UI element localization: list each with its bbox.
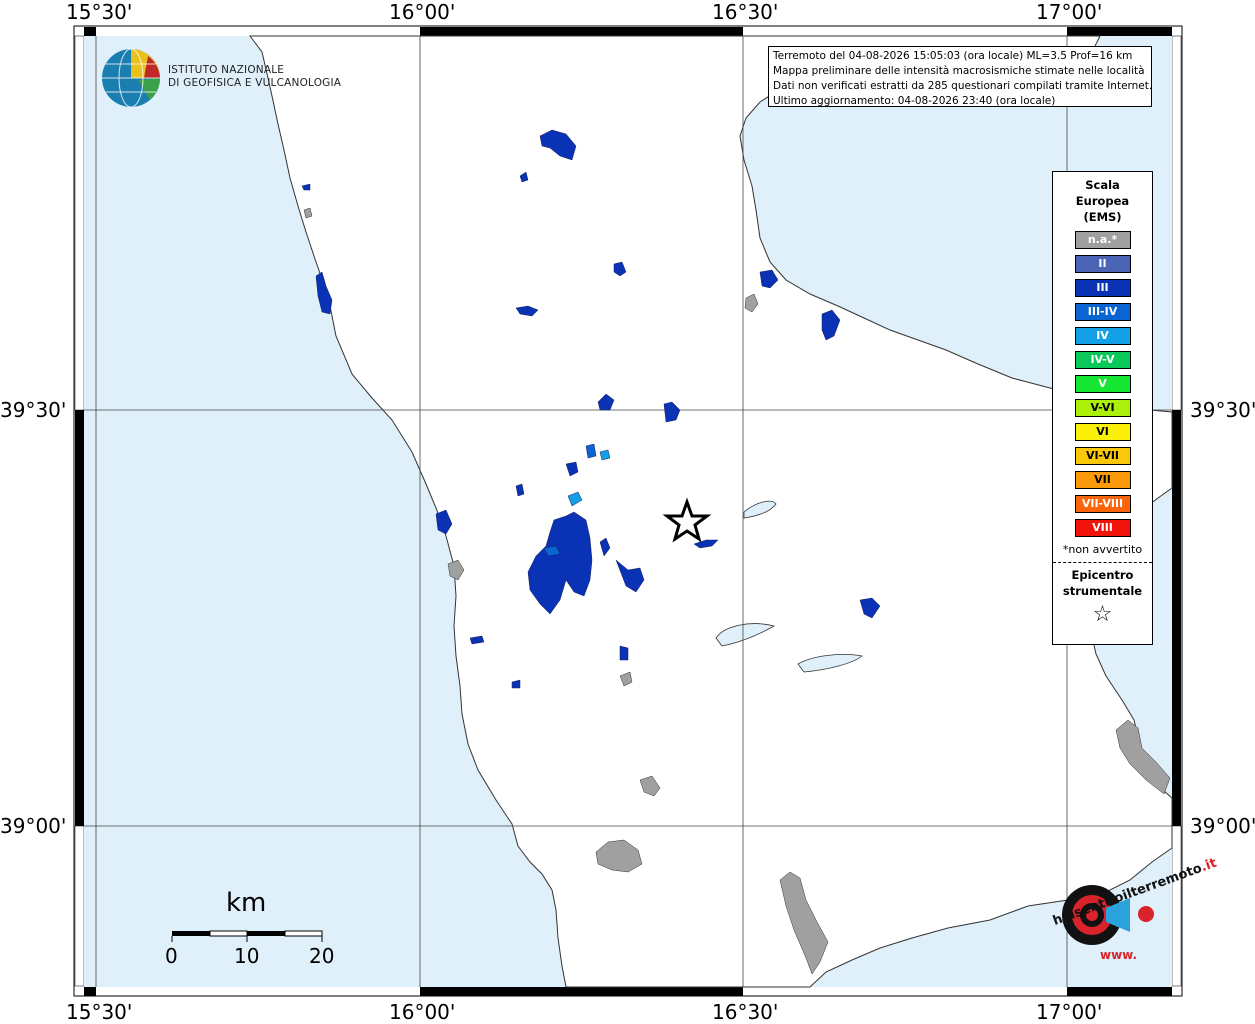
- legend-title: Scala Europea (EMS): [1053, 177, 1152, 225]
- legend-divider: [1053, 562, 1152, 563]
- scale-tick-20: 20: [309, 944, 335, 968]
- coord-bottom-2: 16°00': [389, 1000, 456, 1024]
- legend-title-line3: (EMS): [1083, 210, 1122, 224]
- event-info-line4: Ultimo aggiornamento: 04-08-2026 23:40 (…: [773, 95, 1056, 107]
- legend-swatch: II: [1074, 255, 1131, 273]
- event-info-line2: Mappa preliminare delle intensità macros…: [773, 65, 1145, 77]
- legend-epicenter-line1: Epicentro: [1071, 568, 1134, 582]
- coord-left-1: 39°30': [0, 398, 67, 422]
- legend-swatch: IV: [1074, 327, 1131, 345]
- legend-swatch: n.a.*: [1074, 231, 1131, 249]
- event-info-line1: Terremoto del 04-08-2026 15:05:03 (ora l…: [773, 50, 1133, 62]
- legend-swatch: VI-VII: [1074, 447, 1131, 465]
- coord-right-2: 39°00': [1190, 814, 1255, 838]
- legend-swatch: VI: [1074, 423, 1131, 441]
- coord-top-2: 16°00': [389, 0, 456, 24]
- coord-bottom-1: 15°30': [66, 1000, 133, 1024]
- legend-star-icon: ☆: [1092, 602, 1113, 627]
- legend-swatches: n.a.* II III III-IV IV IV-V V V-VI VI VI-VII VII VI…: [1053, 231, 1152, 537]
- coord-bottom-4: 17°00': [1036, 1000, 1103, 1024]
- legend-swatch: IV-V: [1074, 351, 1131, 369]
- brand-www: www.: [1100, 948, 1138, 962]
- legend-swatch: VIII: [1074, 519, 1131, 537]
- scale-tick-10: 10: [234, 944, 260, 968]
- scale-tick-0: 0: [165, 944, 178, 968]
- ems-legend: Scala Europea (EMS) n.a.* II III III-IV IV IV…: [1052, 171, 1153, 645]
- ingv-logo-icon: [102, 48, 161, 108]
- legend-epicenter-label: Epicentro strumentale: [1053, 567, 1152, 599]
- legend-swatch: VII: [1074, 471, 1131, 489]
- legend-epicenter-line2: strumentale: [1062, 584, 1143, 598]
- legend-note: *non avvertito: [1062, 543, 1143, 556]
- legend-swatch: V-VI: [1074, 399, 1131, 417]
- coord-bottom-3: 16°30': [712, 1000, 779, 1024]
- coord-top-4: 17°00': [1036, 0, 1103, 24]
- institute-name-line1: ISTITUTO NAZIONALE: [168, 64, 285, 76]
- coord-right-1: 39°30': [1190, 398, 1255, 422]
- legend-swatch: III-IV: [1074, 303, 1131, 321]
- institute-name-line2: DI GEOFISICA E VULCANOLOGIA: [168, 77, 342, 89]
- coord-top-3: 16°30': [712, 0, 779, 24]
- coord-top-1: 15°30': [66, 0, 133, 24]
- legend-swatch: III: [1074, 279, 1131, 297]
- legend-title-line1: Scala: [1085, 178, 1120, 192]
- institute-name: ISTITUTO NAZIONALE DI GEOFISICA E VULCAN…: [168, 64, 341, 90]
- scale-unit: km: [226, 888, 267, 918]
- legend-swatch: VII-VIII: [1074, 495, 1131, 513]
- event-info-line3: Dati non verificati estratti da 285 ques…: [773, 80, 1152, 92]
- legend-swatch: V: [1074, 375, 1131, 393]
- legend-title-line2: Europea: [1075, 194, 1130, 208]
- event-info-box: Terremoto del 04-08-2026 15:05:03 (ora l…: [768, 46, 1152, 107]
- coord-left-2: 39°00': [0, 814, 67, 838]
